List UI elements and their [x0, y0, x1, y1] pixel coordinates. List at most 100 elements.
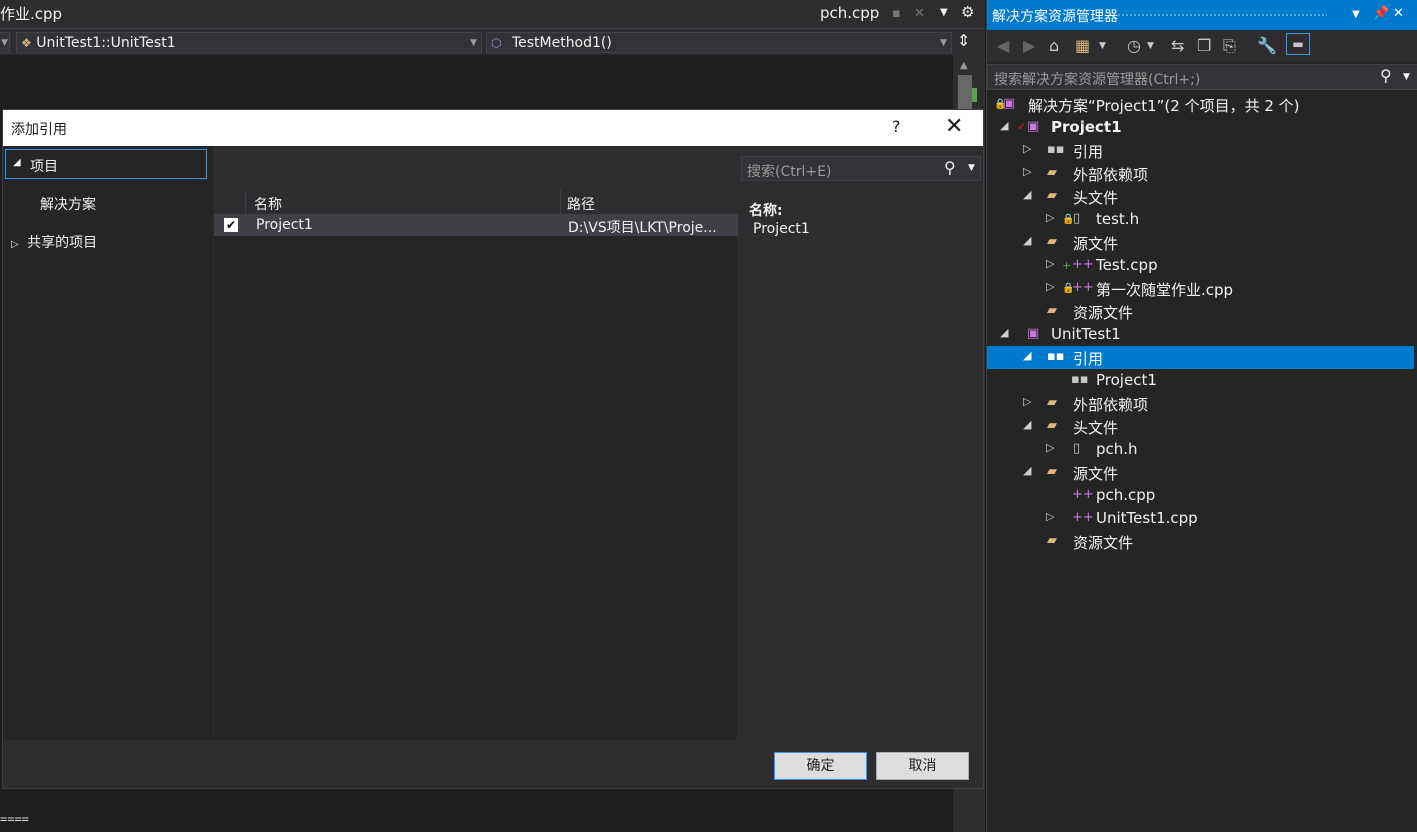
expanded-arrow-icon[interactable]: ◢: [1023, 188, 1031, 201]
tree-node-label: 外部依赖项: [1073, 166, 1149, 184]
collapsed-arrow-icon[interactable]: ▷: [1046, 441, 1054, 454]
editor-tab-pch[interactable]: pch.cpp: [820, 4, 879, 22]
tree-node-header-files[interactable]: ◢ ▰ 头文件: [987, 185, 1414, 208]
tree-node-label: UnitTest1: [1051, 325, 1121, 343]
column-path-header[interactable]: 路径: [567, 194, 595, 214]
expanded-arrow-icon[interactable]: ◢: [1000, 326, 1008, 339]
tree-node-solution[interactable]: 🔒 ▣ 解决方案“Project1”(2 个项目，共 2 个): [987, 93, 1414, 116]
tree-node-test-h[interactable]: ▷ 🔒 ▯ test.h: [987, 208, 1414, 231]
tree-node-pch-cpp[interactable]: ++ pch.cpp: [987, 484, 1414, 507]
tree-node-resource-files[interactable]: ▰ 资源文件: [987, 300, 1414, 323]
back-icon[interactable]: ◀: [997, 36, 1009, 55]
chevron-down-icon[interactable]: ▼: [1099, 41, 1106, 51]
search-icon[interactable]: ⚲: [1380, 66, 1392, 85]
collapse-all-icon[interactable]: ❐: [1197, 36, 1211, 55]
project-combo[interactable]: ▼: [0, 32, 10, 53]
member-combo[interactable]: ⬡ TestMethod1() ▼: [486, 32, 952, 53]
gear-icon[interactable]: ⚙: [961, 3, 974, 21]
expanded-arrow-icon: ◢: [13, 157, 21, 168]
navigation-bar: ▼ ❖ UnitTest1::UnitTest1 ▼ ⬡ TestMethod1…: [0, 28, 985, 56]
collapsed-arrow-icon[interactable]: ▷: [1046, 211, 1054, 224]
tree-node-label: pch.cpp: [1096, 486, 1156, 504]
search-icon[interactable]: ⚲: [944, 158, 956, 177]
checkmark-icon: ✓: [1017, 120, 1027, 133]
tree-node-header-files-2[interactable]: ◢ ▰ 头文件: [987, 415, 1414, 438]
reference-checkbox[interactable]: ✔: [224, 218, 238, 232]
tree-node-label: Project1: [1096, 371, 1157, 389]
collapsed-arrow-icon[interactable]: ▷: [1046, 280, 1054, 293]
panel-title: 解决方案资源管理器: [992, 9, 1118, 25]
tree-node-references[interactable]: ▷ ▪▪ 引用: [987, 139, 1414, 162]
dialog-toolbar: [214, 146, 738, 190]
tree-node-homework-cpp[interactable]: ▷ 🔒 ++ 第一次随堂作业.cpp: [987, 277, 1414, 300]
switch-views-icon[interactable]: ▦: [1075, 36, 1090, 55]
grip-dots[interactable]: [1117, 13, 1327, 17]
tree-node-unittest1[interactable]: ◢ ▣ UnitTest1: [987, 323, 1414, 346]
tree-node-label: Test.cpp: [1096, 256, 1158, 274]
change-marker: [972, 88, 977, 102]
category-shared[interactable]: ▷ 共享的项目: [11, 232, 97, 252]
close-icon[interactable]: ✕: [914, 6, 925, 21]
pin-icon[interactable]: ▪: [892, 6, 901, 21]
forward-icon[interactable]: ▶: [1023, 36, 1035, 55]
cpp-project-icon: ▣: [1027, 119, 1040, 134]
scope-combo[interactable]: ❖ UnitTest1::UnitTest1 ▼: [16, 32, 482, 53]
class-icon: ❖: [21, 36, 32, 50]
ok-button[interactable]: 确定: [774, 752, 867, 780]
table-row[interactable]: ✔ Project1 D:\VS项目\LKT\Proje...: [214, 215, 738, 236]
tree-node-external-deps[interactable]: ▷ ▰ 外部依赖项: [987, 162, 1414, 185]
collapsed-arrow-icon[interactable]: ▷: [1023, 165, 1031, 178]
window-position-icon[interactable]: ▼: [1352, 9, 1360, 20]
column-name-header[interactable]: 名称: [254, 194, 282, 214]
folder-icon: ▰: [1047, 303, 1057, 318]
close-icon[interactable]: ✕: [1393, 6, 1404, 21]
home-icon[interactable]: ⌂: [1049, 36, 1059, 55]
references-icon: ▪▪: [1047, 349, 1065, 364]
grid-header: 名称 路径: [214, 190, 738, 215]
preview-toggle-icon[interactable]: ▬: [1286, 33, 1310, 55]
folder-icon: ▰: [1047, 533, 1057, 548]
expanded-arrow-icon[interactable]: ◢: [1023, 349, 1031, 362]
chevron-down-icon[interactable]: ▼: [968, 163, 975, 173]
tree-node-external-deps-2[interactable]: ▷ ▰ 外部依赖项: [987, 392, 1414, 415]
expanded-arrow-icon[interactable]: ◢: [1000, 119, 1008, 132]
scope-combo-label: UnitTest1::UnitTest1: [36, 35, 176, 51]
category-projects[interactable]: ◢ 项目: [5, 149, 207, 179]
close-button[interactable]: ✕: [945, 114, 963, 139]
show-all-files-icon[interactable]: ⎘: [1223, 36, 1236, 56]
tree-node-test-cpp[interactable]: ▷ + ++ Test.cpp: [987, 254, 1414, 277]
pin-icon[interactable]: 📌: [1373, 6, 1389, 21]
reference-icon: ▪▪: [1071, 372, 1089, 387]
tree-node-resource-files-2[interactable]: ▰ 资源文件: [987, 530, 1414, 553]
collapsed-arrow-icon[interactable]: ▷: [1046, 257, 1054, 270]
expanded-arrow-icon[interactable]: ◢: [1023, 464, 1031, 477]
solution-explorer: 解决方案资源管理器 ▼ 📌 ✕ ◀ ▶ ⌂ ▦ ▼ ◷ ▼ ⇆ ❐ ⎘ 🔧 ▬ …: [986, 0, 1417, 832]
scroll-up-icon[interactable]: ▲: [960, 60, 968, 71]
tab-list-dropdown-icon[interactable]: ▼: [940, 7, 948, 18]
chevron-down-icon[interactable]: ▼: [1403, 72, 1410, 82]
tree-node-unittest1-cpp[interactable]: ▷ ++ UnitTest1.cpp: [987, 507, 1414, 530]
tree-node-references-selected[interactable]: ◢ ▪▪ 引用: [987, 346, 1414, 369]
help-button[interactable]: ?: [892, 117, 901, 136]
cancel-button[interactable]: 取消: [876, 752, 969, 780]
tree-node-source-files-2[interactable]: ◢ ▰ 源文件: [987, 461, 1414, 484]
chevron-down-icon[interactable]: ▼: [1147, 41, 1154, 51]
sync-icon[interactable]: ⇆: [1171, 36, 1184, 55]
editor-tab-active-file[interactable]: 作业.cpp: [0, 3, 62, 24]
properties-wrench-icon[interactable]: 🔧: [1257, 36, 1277, 55]
tree-node-pch-h[interactable]: ▷ ▯ pch.h: [987, 438, 1414, 461]
expanded-arrow-icon[interactable]: ◢: [1023, 234, 1031, 247]
tree-node-project1[interactable]: ◢ ✓ ▣ Project1: [987, 116, 1414, 139]
collapsed-arrow-icon[interactable]: ▷: [1023, 142, 1031, 155]
expanded-arrow-icon[interactable]: ◢: [1023, 418, 1031, 431]
pending-changes-icon[interactable]: ◷: [1127, 36, 1141, 55]
split-window-icon[interactable]: ⇕: [957, 31, 970, 50]
collapsed-arrow-icon[interactable]: ▷: [1023, 395, 1031, 408]
tree-node-ref-project1[interactable]: ▪▪ Project1: [987, 369, 1414, 392]
category-solution[interactable]: 解决方案: [40, 194, 96, 214]
collapsed-arrow-icon[interactable]: ▷: [1046, 510, 1054, 523]
tree-node-source-files[interactable]: ◢ ▰ 源文件: [987, 231, 1414, 254]
search-input[interactable]: 搜索(Ctrl+E) ⚲ ▼: [741, 156, 981, 181]
tree-node-label: 外部依赖项: [1073, 396, 1149, 414]
solution-search-input[interactable]: 搜索解决方案资源管理器(Ctrl+;) ⚲ ▼: [987, 64, 1417, 90]
